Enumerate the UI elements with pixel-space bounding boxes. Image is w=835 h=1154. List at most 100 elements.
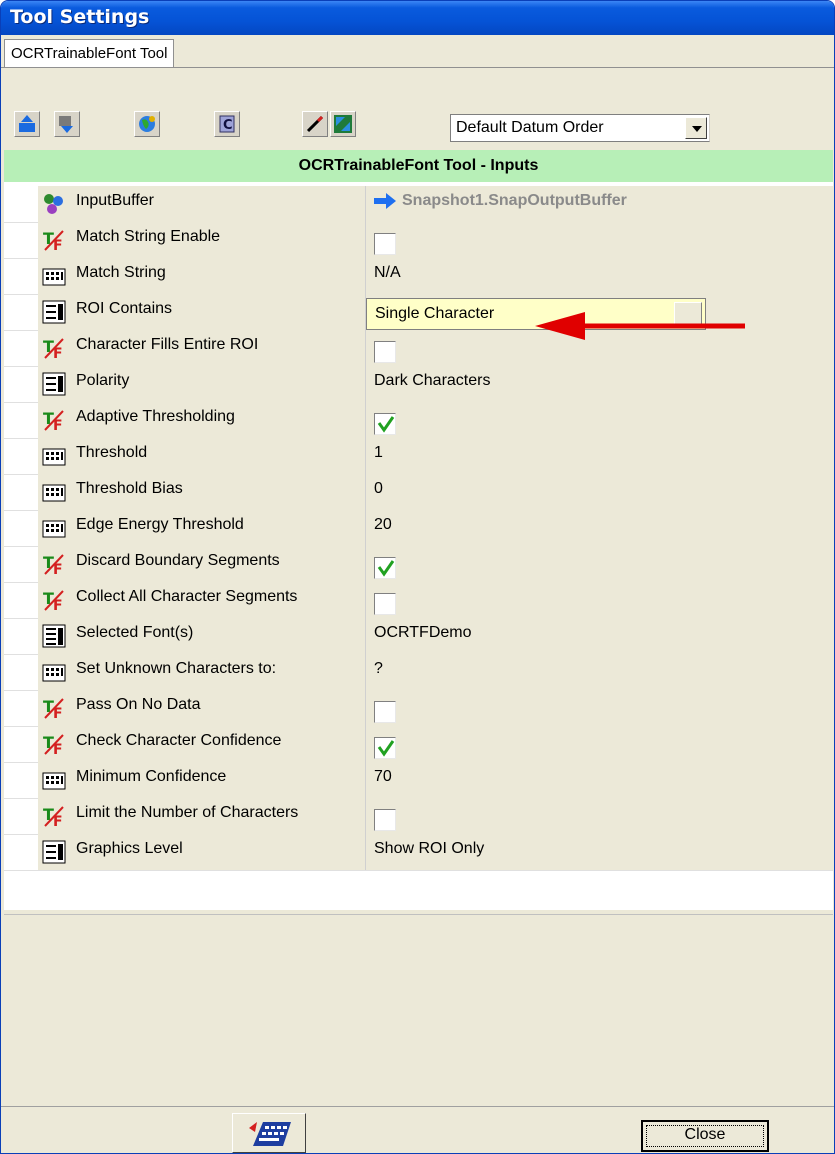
keypad-icon bbox=[42, 264, 66, 288]
property-checkbox[interactable] bbox=[374, 701, 396, 723]
property-row[interactable]: Set Unknown Characters to:? bbox=[4, 654, 833, 691]
property-label-cell[interactable]: Minimum Confidence bbox=[38, 762, 366, 798]
globe-button[interactable] bbox=[134, 111, 160, 137]
property-label-cell[interactable]: Set Unknown Characters to: bbox=[38, 654, 366, 690]
property-label-cell[interactable]: ROI Contains bbox=[38, 294, 366, 330]
property-value-cell[interactable] bbox=[366, 222, 833, 258]
property-row[interactable]: T F Limit the Number of Characters bbox=[4, 798, 833, 835]
property-label: Set Unknown Characters to: bbox=[76, 660, 277, 677]
property-checkbox[interactable] bbox=[374, 233, 396, 255]
property-label-cell[interactable]: Selected Font(s) bbox=[38, 618, 366, 654]
property-checkbox[interactable] bbox=[374, 341, 396, 363]
property-row[interactable]: Edge Energy Threshold 20 bbox=[4, 510, 833, 547]
property-label-cell[interactable]: Polarity bbox=[38, 366, 366, 402]
move-up-button[interactable] bbox=[14, 111, 40, 137]
property-row[interactable]: T F Collect All Character Segments bbox=[4, 582, 833, 619]
property-value: 1 bbox=[374, 444, 383, 461]
pen-button[interactable] bbox=[302, 111, 328, 137]
property-row[interactable]: T F Match String Enable bbox=[4, 222, 833, 259]
move-down-button[interactable] bbox=[54, 111, 80, 137]
property-value-cell[interactable] bbox=[366, 798, 833, 834]
tf-icon: TF bbox=[42, 588, 66, 614]
property-row[interactable]: Threshold Bias 0 bbox=[4, 474, 833, 511]
property-checkbox[interactable] bbox=[374, 737, 396, 759]
property-value-cell[interactable]: 20 bbox=[366, 510, 833, 546]
property-value-cell[interactable]: Dark Characters bbox=[366, 366, 833, 402]
property-label-cell[interactable]: Graphics Level bbox=[38, 834, 366, 870]
property-label-cell[interactable]: Match String bbox=[38, 258, 366, 294]
property-row[interactable]: T F Discard Boundary Segments bbox=[4, 546, 833, 583]
property-label-cell[interactable]: Edge Energy Threshold bbox=[38, 510, 366, 546]
property-row[interactable]: T F Check Character Confidence bbox=[4, 726, 833, 763]
property-row[interactable]: Minimum Confidence 70 bbox=[4, 762, 833, 799]
close-button[interactable]: Close bbox=[641, 1120, 769, 1152]
property-checkbox[interactable] bbox=[374, 413, 396, 435]
property-row[interactable]: T F Adaptive Thresholding bbox=[4, 402, 833, 439]
property-label-cell[interactable]: Threshold bbox=[38, 438, 366, 474]
property-row[interactable]: InputBuffer Snapshot1.SnapOutputBuffer bbox=[4, 186, 833, 223]
property-value-cell[interactable]: Show ROI Only bbox=[366, 834, 833, 870]
property-value-cell[interactable]: OCRTFDemo bbox=[366, 618, 833, 654]
property-value-cell[interactable]: 1 bbox=[366, 438, 833, 474]
property-row[interactable]: Threshold 1 bbox=[4, 438, 833, 475]
property-value-cell[interactable]: ? bbox=[366, 654, 833, 690]
description-area bbox=[4, 914, 833, 1105]
property-label-cell[interactable]: T F Match String Enable bbox=[38, 222, 366, 258]
property-value-cell[interactable] bbox=[366, 402, 833, 438]
title-bar[interactable]: Tool Settings bbox=[1, 1, 834, 35]
close-label: Close bbox=[684, 1126, 726, 1143]
refresh-button[interactable] bbox=[330, 111, 356, 137]
property-label: Check Character Confidence bbox=[76, 732, 282, 749]
window-title: Tool Settings bbox=[10, 6, 150, 28]
property-value: OCRTFDemo bbox=[374, 624, 472, 641]
property-label: Character Fills Entire ROI bbox=[76, 336, 259, 353]
checkmark-icon bbox=[377, 740, 395, 757]
keyboard-icon bbox=[249, 1122, 291, 1146]
keypad-icon bbox=[42, 516, 66, 540]
property-checkbox[interactable] bbox=[374, 809, 396, 831]
chevron-down-icon[interactable] bbox=[685, 117, 707, 139]
property-checkbox[interactable] bbox=[374, 593, 396, 615]
keypad-icon bbox=[42, 660, 66, 684]
keyboard-button[interactable] bbox=[232, 1113, 306, 1153]
property-row[interactable]: Polarity Dark Characters bbox=[4, 366, 833, 403]
tab-ocrtrainablefont-tool[interactable]: OCRTrainableFont Tool bbox=[4, 39, 175, 68]
property-label: Match String bbox=[76, 264, 166, 281]
property-label-cell[interactable]: T F Collect All Character Segments bbox=[38, 582, 366, 618]
property-label-cell[interactable]: Threshold Bias bbox=[38, 474, 366, 510]
c-button[interactable]: C bbox=[214, 111, 240, 137]
property-label-cell[interactable]: T F Discard Boundary Segments bbox=[38, 546, 366, 582]
property-row[interactable]: T F Pass On No Data bbox=[4, 690, 833, 727]
property-label: Edge Energy Threshold bbox=[76, 516, 244, 533]
property-label-cell[interactable]: InputBuffer bbox=[38, 186, 366, 222]
property-checkbox[interactable] bbox=[374, 557, 396, 579]
list-icon bbox=[42, 372, 66, 396]
property-value-cell[interactable]: N/A bbox=[366, 258, 833, 294]
property-label: Adaptive Thresholding bbox=[76, 408, 235, 425]
property-value-cell[interactable] bbox=[366, 582, 833, 618]
property-value-cell[interactable] bbox=[366, 726, 833, 762]
property-label-cell[interactable]: T F Check Character Confidence bbox=[38, 726, 366, 762]
property-label-cell[interactable]: T F Character Fills Entire ROI bbox=[38, 330, 366, 366]
tf-icon: TF bbox=[42, 336, 66, 362]
input-buffer-link[interactable]: Snapshot1.SnapOutputBuffer bbox=[374, 192, 627, 210]
property-row[interactable]: Graphics Level Show ROI Only bbox=[4, 834, 833, 871]
property-value-cell[interactable]: Snapshot1.SnapOutputBuffer bbox=[366, 186, 833, 222]
tab-strip: OCRTrainableFont Tool bbox=[1, 35, 834, 69]
property-label-cell[interactable]: T F Pass On No Data bbox=[38, 690, 366, 726]
keypad-icon bbox=[42, 768, 66, 792]
property-value-cell[interactable] bbox=[366, 546, 833, 582]
footer-bar: Close bbox=[1, 1106, 834, 1153]
font-list-icon bbox=[42, 624, 66, 648]
property-value-cell[interactable]: 0 bbox=[366, 474, 833, 510]
property-value-cell[interactable]: 70 bbox=[366, 762, 833, 798]
property-value: ? bbox=[374, 660, 383, 677]
keypad-icon bbox=[42, 444, 66, 468]
property-grid: OCRTrainableFont Tool - Inputs InputBuff… bbox=[4, 150, 833, 910]
property-row[interactable]: Selected Font(s) OCRTFDemo bbox=[4, 618, 833, 655]
property-row[interactable]: Match String N/A bbox=[4, 258, 833, 295]
property-label-cell[interactable]: T F Limit the Number of Characters bbox=[38, 798, 366, 834]
property-value-cell[interactable] bbox=[366, 690, 833, 726]
datum-order-select[interactable]: Default Datum Order bbox=[450, 114, 710, 142]
property-label-cell[interactable]: T F Adaptive Thresholding bbox=[38, 402, 366, 438]
